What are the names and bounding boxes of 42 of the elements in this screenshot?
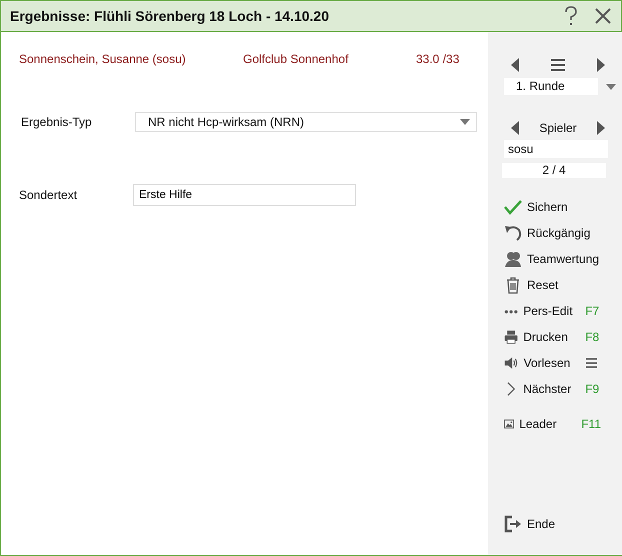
action-button[interactable]: Sichern: [527, 200, 589, 214]
previous-icon[interactable]: [511, 121, 519, 135]
player-name: Sonnenschein, Susanne (sosu): [19, 52, 187, 66]
field-label: Ergebnis-Typ: [20, 115, 93, 129]
shortcut-key: F7: [585, 304, 601, 318]
action-button[interactable]: Reset: [527, 278, 589, 292]
club-name: Golfclub Sonnenhof: [243, 52, 350, 66]
printer-icon[interactable]: [504, 328, 518, 346]
action-button[interactable]: Drucken: [523, 330, 586, 344]
player-field[interactable]: sosu: [504, 140, 608, 158]
action-button[interactable]: Rückgängig: [527, 226, 590, 240]
action-button[interactable]: Teamwertung: [527, 252, 600, 266]
special-text-field[interactable]: Erste Hilfe: [133, 184, 356, 206]
previous-icon[interactable]: [511, 58, 519, 72]
action-button[interactable]: Vorlesen: [524, 356, 586, 370]
menu-icon[interactable]: [586, 357, 597, 369]
exit-button[interactable]: Ende: [527, 517, 589, 531]
menu-icon[interactable]: [551, 59, 565, 71]
action-button[interactable]: Pers-Edit: [523, 304, 586, 318]
next-icon[interactable]: [596, 121, 605, 135]
result-type-dropdown[interactable]: NR nicht Hcp-wirksam (NRN): [135, 112, 477, 132]
shortcut-key: F8: [585, 330, 601, 344]
field-label: Sondertext: [19, 188, 78, 202]
team-icon[interactable]: [504, 250, 522, 268]
shortcut-key: F11: [581, 417, 601, 431]
player-position: 2 / 4: [502, 163, 606, 178]
help-icon[interactable]: [563, 6, 579, 26]
shortcut-key: F9: [585, 382, 601, 396]
undo-icon[interactable]: [504, 224, 522, 242]
window-title: Ergebnisse: Flühli Sörenberg 18 Loch - 14.10.20: [10, 8, 329, 24]
dropdown-arrow-icon[interactable]: [460, 119, 470, 125]
trash-icon[interactable]: [504, 276, 522, 294]
round-dropdown[interactable]: 1. Runde: [504, 78, 598, 95]
close-icon[interactable]: [595, 8, 611, 24]
player-label: Spieler: [539, 121, 577, 135]
action-button[interactable]: Leader: [519, 417, 582, 431]
exit-icon[interactable]: [504, 515, 522, 533]
dropdown-arrow-icon[interactable]: [606, 84, 616, 90]
handicap-value: 33.0 /33: [416, 52, 460, 66]
check-icon[interactable]: [504, 198, 522, 216]
next-icon[interactable]: [597, 58, 605, 72]
action-button[interactable]: Nächster: [523, 382, 586, 396]
